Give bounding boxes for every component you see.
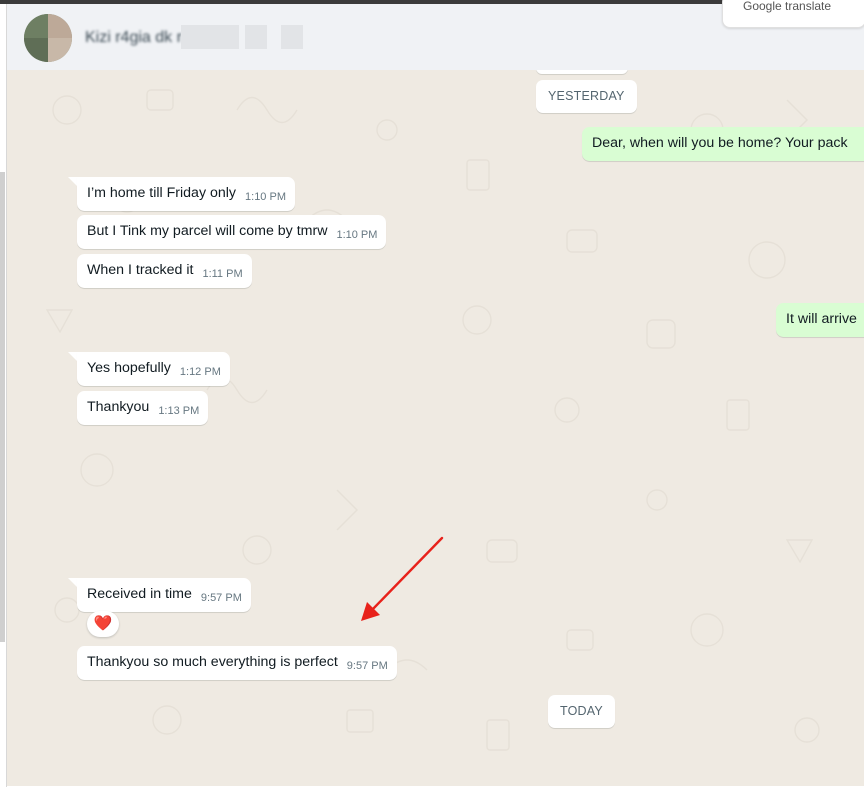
left-scrollbar[interactable] [0,172,5,642]
redacted-name-blocks [181,25,309,49]
google-translate-label: Google translate [743,0,832,13]
google-translate-button[interactable]: Google translate [722,0,864,28]
annotation-arrow-icon [361,536,444,621]
chat-area: YESTERDAY Dear, when will you be home? Y… [7,70,864,786]
avatar[interactable] [24,14,72,62]
contact-name[interactable]: Kizi r4gia dk r [85,29,182,47]
